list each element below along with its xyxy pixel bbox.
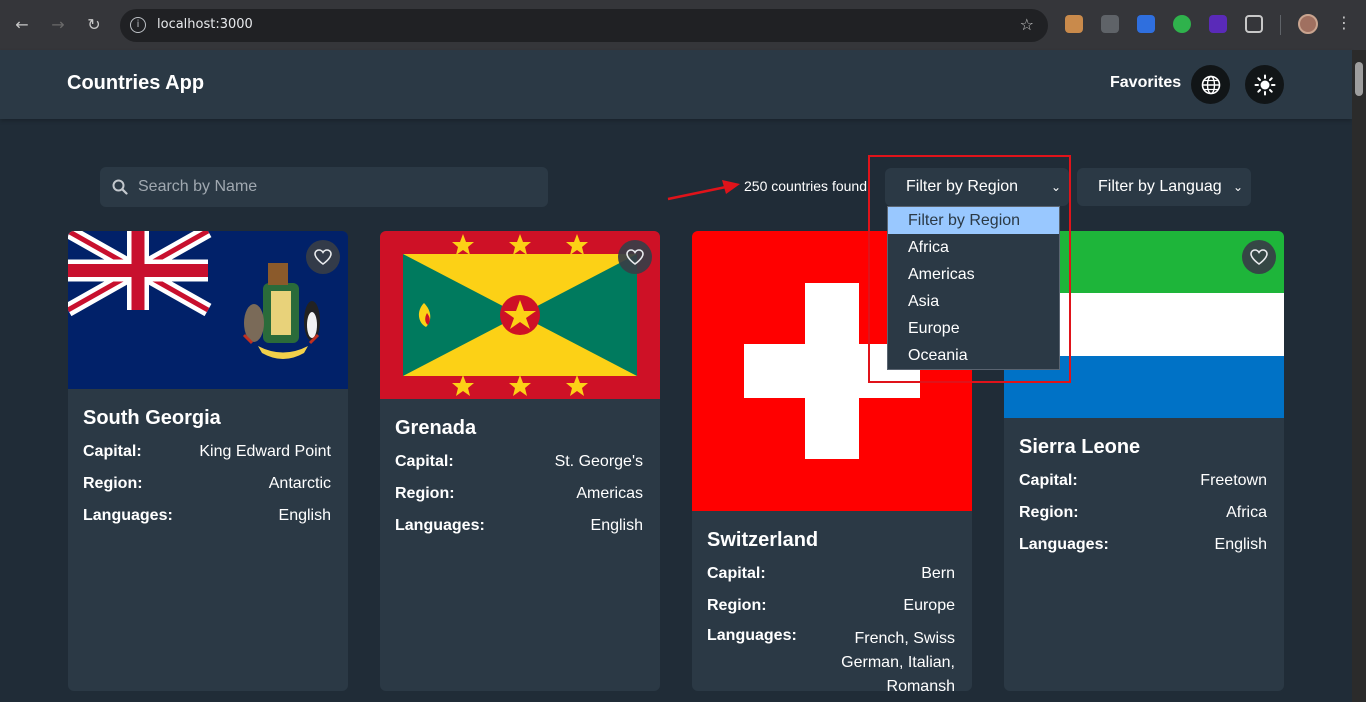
search-box[interactable] (100, 167, 548, 207)
site-info-icon[interactable]: i (130, 17, 146, 33)
languages-label: Languages: (395, 517, 485, 534)
globe-button[interactable] (1191, 65, 1230, 104)
extension-icon[interactable] (1173, 15, 1191, 33)
languages-label: Languages: (83, 507, 173, 524)
heart-icon (314, 249, 332, 265)
capital-value: King Edward Point (199, 443, 331, 460)
search-input[interactable] (138, 167, 538, 207)
capital-row: Capital: St. George's (395, 453, 643, 471)
region-value: Europe (903, 597, 955, 614)
browser-menu-icon[interactable]: ⋮ (1336, 13, 1352, 32)
capital-label: Capital: (707, 565, 766, 582)
extensions-puzzle-icon[interactable] (1245, 15, 1263, 33)
region-label: Region: (1019, 504, 1079, 521)
capital-value: Freetown (1200, 472, 1267, 489)
extension-icon[interactable] (1209, 15, 1227, 33)
extension-icon[interactable] (1101, 15, 1119, 33)
country-name: South Georgia (83, 407, 221, 429)
url-text[interactable]: localhost:3000 (157, 17, 253, 32)
annotation-arrow (667, 180, 740, 201)
heart-icon (626, 249, 644, 265)
app-title[interactable]: Countries App (67, 72, 204, 95)
languages-row: Languages: English (1019, 536, 1267, 554)
languages-value: English (1214, 536, 1267, 553)
bookmark-star-icon[interactable]: ☆ (1020, 15, 1034, 34)
reload-icon[interactable]: ↻ (82, 13, 106, 37)
languages-row: Languages: French, Swiss German, Italian… (707, 627, 955, 691)
region-row: Region: Antarctic (83, 475, 331, 493)
search-icon (112, 179, 128, 195)
languages-label: Languages: (707, 627, 797, 644)
region-option[interactable]: Filter by Region (888, 207, 1059, 234)
sun-icon (1254, 74, 1275, 95)
back-icon[interactable]: ← (10, 13, 34, 37)
region-option[interactable]: Asia (888, 288, 1059, 315)
favorite-button[interactable] (1242, 240, 1276, 274)
country-name: Grenada (395, 417, 477, 439)
region-row: Region: Africa (1019, 504, 1267, 522)
chevron-down-icon: ⌄ (1226, 168, 1243, 206)
languages-row: Languages: English (395, 517, 643, 535)
region-label: Region: (395, 485, 455, 502)
toolbar-divider (1280, 15, 1281, 35)
language-select-value: Filter by Languag (1098, 178, 1222, 195)
profile-avatar[interactable] (1298, 14, 1318, 34)
capital-label: Capital: (1019, 472, 1078, 489)
region-value: Africa (1226, 504, 1267, 521)
country-card[interactable]: South Georgia Capital: King Edward Point… (68, 231, 348, 691)
region-option[interactable]: Oceania (888, 342, 1059, 369)
capital-row: Capital: Bern (707, 565, 955, 583)
theme-toggle-button[interactable] (1245, 65, 1284, 104)
country-name: Sierra Leone (1019, 436, 1141, 458)
capital-value: Bern (921, 565, 955, 582)
browser-toolbar: ← → ↻ i localhost:3000 ☆ ⋮ (0, 0, 1366, 50)
capital-label: Capital: (83, 443, 142, 460)
capital-value: St. George's (554, 453, 643, 470)
language-filter-select[interactable]: Filter by Languag ⌄ (1077, 168, 1251, 206)
address-bar[interactable]: i localhost:3000 ☆ (120, 9, 1048, 42)
forward-icon[interactable]: → (46, 13, 70, 37)
languages-label: Languages: (1019, 536, 1109, 553)
extension-icon[interactable] (1137, 15, 1155, 33)
languages-value: English (590, 517, 643, 534)
region-value: Americas (576, 485, 643, 502)
country-name: Switzerland (707, 529, 819, 551)
country-card[interactable]: Grenada Capital: St. George's Region: Am… (380, 231, 660, 691)
region-label: Region: (83, 475, 143, 492)
extension-icon[interactable] (1065, 15, 1083, 33)
region-label: Region: (707, 597, 767, 614)
region-dropdown-list: Filter by Region Africa Americas Asia Eu… (887, 206, 1060, 370)
app-header: Countries App Favorites (0, 50, 1352, 119)
heart-icon (1250, 249, 1268, 265)
region-row: Region: Americas (395, 485, 643, 503)
capital-row: Capital: King Edward Point (83, 443, 331, 461)
region-option[interactable]: Europe (888, 315, 1059, 342)
languages-row: Languages: English (83, 507, 331, 525)
region-option[interactable]: Americas (888, 261, 1059, 288)
scrollbar-thumb[interactable] (1355, 62, 1363, 96)
region-option[interactable]: Africa (888, 234, 1059, 261)
capital-label: Capital: (395, 453, 454, 470)
languages-value: French, Swiss German, Italian, Romansh (841, 630, 955, 691)
languages-value: English (278, 507, 331, 524)
favorite-button[interactable] (618, 240, 652, 274)
capital-row: Capital: Freetown (1019, 472, 1267, 490)
favorite-button[interactable] (306, 240, 340, 274)
region-row: Region: Europe (707, 597, 955, 615)
region-value: Antarctic (268, 475, 331, 492)
results-count: 250 countries found (744, 178, 867, 194)
favorites-link[interactable]: Favorites (1110, 74, 1181, 92)
page-scrollbar[interactable] (1352, 50, 1366, 702)
globe-icon (1201, 75, 1220, 94)
